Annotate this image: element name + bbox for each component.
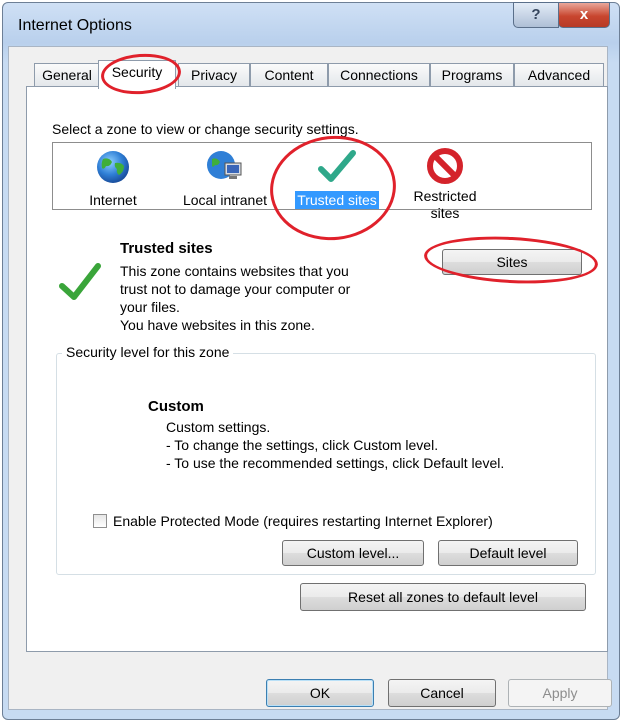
help-icon: ? [531,6,541,23]
tab-programs[interactable]: Programs [430,63,514,87]
intranet-icon [207,151,242,179]
tab-general[interactable]: General [34,63,100,87]
level-desc-line: Custom settings. [166,419,271,435]
zone-info-desc-line: trust not to damage your computer or [120,281,351,297]
zone-local-intranet[interactable]: Local intranet [169,149,281,208]
zone-list: Internet Local intranet Trusted sites Re… [52,142,592,221]
trusted-checkmark-icon [59,263,101,300]
tab-content[interactable]: Content [250,63,328,87]
zone-label: sites [430,205,460,221]
custom-level-button[interactable]: Custom level... [282,540,424,566]
zone-label: Restricted [413,188,477,204]
sites-button[interactable]: Sites [442,249,582,275]
zone-internet[interactable]: Internet [73,149,153,208]
help-button[interactable]: ? [513,2,559,28]
reset-all-zones-button[interactable]: Reset all zones to default level [300,583,586,611]
window-title: Internet Options [18,17,132,34]
zone-prompt: Select a zone to view or change security… [52,121,359,137]
zone-info-desc-line: This zone contains websites that you [120,263,349,279]
protected-mode-checkbox[interactable] [93,514,107,528]
zone-info-desc-line: You have websites in this zone. [120,317,315,333]
tab-connections[interactable]: Connections [328,63,430,87]
security-level-label: Security level for this zone [62,344,234,360]
prohibited-icon [427,148,463,184]
zone-label-selected: Trusted sites [295,191,379,209]
zone-restricted-sites[interactable]: Restricted sites [405,147,485,222]
zone-info-desc-line: your files. [120,299,180,315]
apply-button[interactable]: Apply [508,679,612,707]
protected-mode-label[interactable]: Enable Protected Mode (requires restarti… [113,513,493,529]
zone-label: Internet [89,192,137,208]
tab-advanced[interactable]: Advanced [514,63,604,87]
tab-security[interactable]: Security [98,60,176,89]
level-desc-line: - To change the settings, click Custom l… [166,437,439,453]
zone-info-title: Trusted sites [120,240,213,257]
close-button[interactable]: x [558,2,610,28]
zone-label: Local intranet [182,192,268,208]
level-name: Custom [148,398,204,415]
zone-trusted-sites[interactable]: Trusted sites [285,149,389,209]
cancel-button[interactable]: Cancel [388,679,496,707]
default-level-button[interactable]: Default level [438,540,578,566]
close-icon: x [579,6,589,23]
checkmark-icon [318,150,356,182]
tab-privacy[interactable]: Privacy [178,63,250,87]
ok-button[interactable]: OK [266,679,374,707]
level-desc-line: - To use the recommended settings, click… [166,455,505,471]
globe-icon [97,151,129,183]
